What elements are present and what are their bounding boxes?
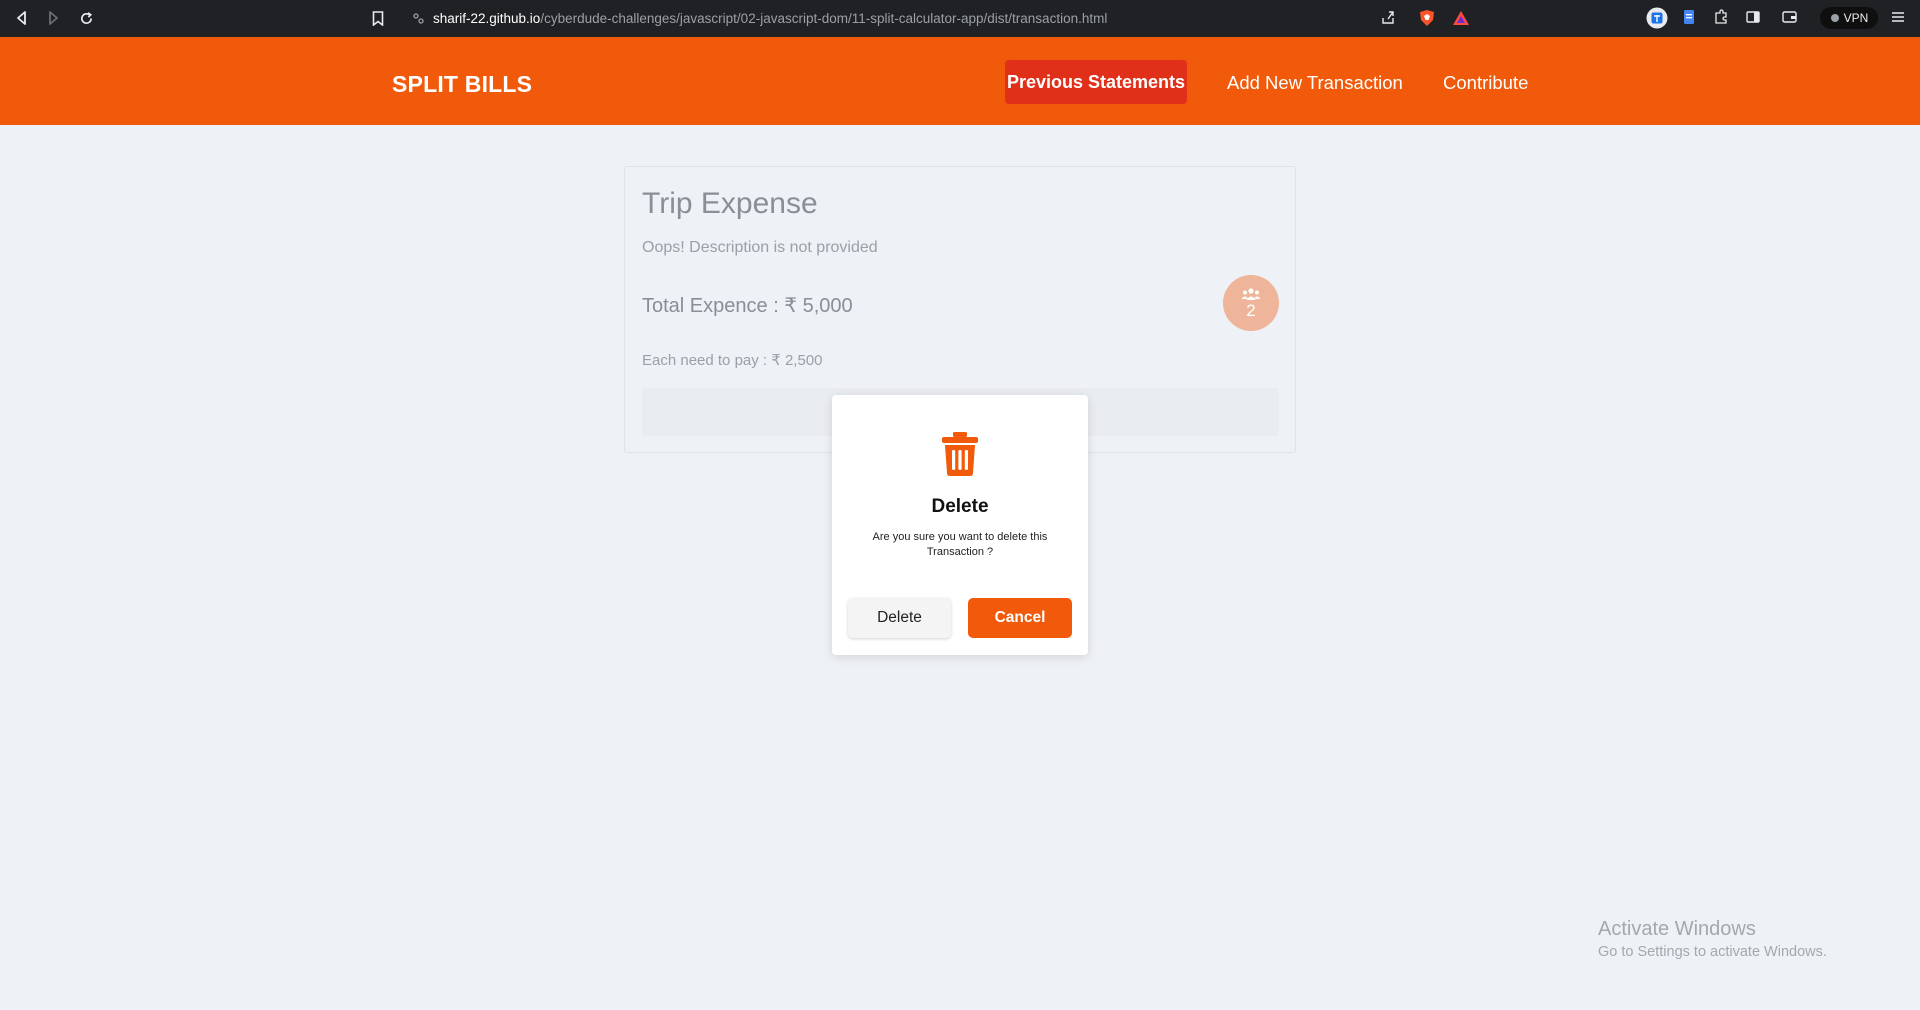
extension-translate-icon[interactable]	[1646, 7, 1668, 29]
vpn-globe-icon	[1830, 14, 1839, 22]
brave-rewards-icon[interactable]	[1452, 9, 1470, 27]
users-icon	[1241, 287, 1261, 300]
trash-icon	[938, 431, 982, 477]
share-icon[interactable]	[1380, 9, 1398, 27]
bookmark-icon[interactable]	[368, 8, 388, 28]
nav-previous-statements[interactable]: Previous Statements	[1005, 60, 1187, 104]
back-icon[interactable]	[12, 8, 32, 28]
nav-previous-statements-label: Previous Statements	[1006, 72, 1186, 92]
brand-logo[interactable]: SPLIT BILLS	[392, 71, 532, 98]
url-text[interactable]: sharif-22.github.io/cyberdude-challenges…	[433, 11, 1107, 26]
transaction-title: Trip Expense	[642, 187, 818, 220]
members-badge: 2	[1223, 275, 1279, 331]
wallet-icon[interactable]	[1781, 9, 1799, 27]
menu-icon[interactable]	[1890, 9, 1908, 27]
cancel-button[interactable]: Cancel	[968, 598, 1072, 638]
confirm-delete-button[interactable]: Delete	[848, 598, 951, 638]
nav-add-new-transaction[interactable]: Add New Transaction	[1227, 72, 1403, 94]
activate-windows-subtitle: Go to Settings to activate Windows.	[1598, 944, 1827, 960]
sidebar-icon[interactable]	[1745, 9, 1763, 27]
members-count: 2	[1246, 300, 1256, 320]
url-host: sharif-22.github.io	[433, 11, 541, 26]
dialog-title: Delete	[931, 496, 989, 517]
transaction-description: Oops! Description is not provided	[642, 239, 878, 256]
app-header: SPLIT BILLS Previous Statements Add New …	[0, 37, 1920, 125]
extension-docs-icon[interactable]	[1681, 9, 1699, 27]
site-settings-icon[interactable]	[412, 12, 425, 25]
reload-icon[interactable]	[76, 8, 96, 28]
nav-contribute[interactable]: Contribute	[1443, 72, 1528, 94]
transaction-each-share: Each need to pay : ₹ 2,500	[642, 352, 823, 369]
dialog-message: Are you sure you want to delete this Tra…	[872, 531, 1048, 558]
activate-windows-title: Activate Windows	[1598, 918, 1756, 940]
url-path: /cyberdude-challenges/javascript/02-java…	[540, 11, 1108, 26]
brave-shield-icon[interactable]	[1418, 9, 1436, 27]
forward-icon[interactable]	[43, 8, 63, 28]
vpn-button[interactable]: VPN	[1820, 7, 1878, 29]
transaction-total: Total Expence : ₹ 5,000	[642, 295, 853, 317]
browser-toolbar: sharif-22.github.io/cyberdude-challenges…	[0, 0, 1920, 37]
extensions-icon[interactable]	[1713, 9, 1731, 27]
vpn-label: VPN	[1843, 11, 1869, 25]
delete-confirm-dialog: Delete Are you sure you want to delete t…	[832, 395, 1088, 655]
